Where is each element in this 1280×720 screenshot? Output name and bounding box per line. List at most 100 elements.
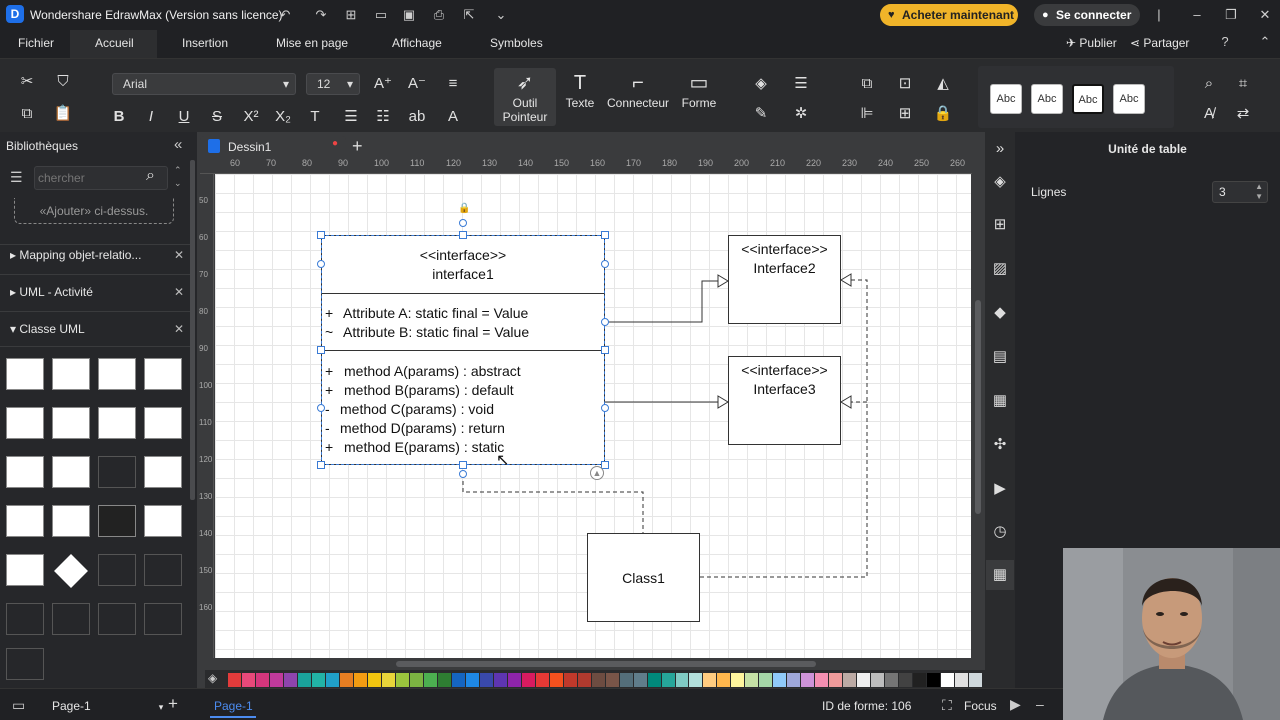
color-swatches[interactable]	[228, 673, 983, 687]
connection-point[interactable]	[601, 318, 609, 326]
page-selector[interactable]: Page-1 ▾	[52, 699, 163, 713]
resize-handle[interactable]	[601, 346, 609, 354]
fill-bucket-icon[interactable]: ◈	[208, 671, 217, 685]
color-swatch[interactable]	[899, 673, 913, 687]
fit-panel-icon[interactable]: ✣	[989, 434, 1011, 456]
color-swatch[interactable]	[353, 673, 367, 687]
page-panel-icon[interactable]: ▤	[989, 346, 1011, 368]
color-swatch[interactable]	[885, 673, 899, 687]
format-panel-icon[interactable]: ⊞	[989, 214, 1011, 236]
color-swatch[interactable]	[563, 673, 577, 687]
increment-icon[interactable]: ▲	[1255, 182, 1263, 191]
add-page-icon[interactable]: +	[168, 694, 178, 714]
color-swatch[interactable]	[913, 673, 927, 687]
color-swatch[interactable]	[829, 673, 843, 687]
fill-panel-icon[interactable]: ◈	[989, 171, 1011, 193]
color-swatch[interactable]	[633, 673, 647, 687]
color-swatch[interactable]	[605, 673, 619, 687]
color-swatch[interactable]	[465, 673, 479, 687]
rows-value: 3	[1219, 185, 1226, 199]
table-panel-icon[interactable]: ▦	[989, 564, 1011, 586]
color-swatch[interactable]	[941, 673, 955, 687]
color-swatch[interactable]	[241, 673, 255, 687]
color-swatch[interactable]	[423, 673, 437, 687]
page-tab-active[interactable]: Page-1	[214, 699, 253, 713]
connection-point[interactable]	[601, 260, 609, 268]
focus-label[interactable]: Focus	[964, 699, 997, 713]
color-swatch[interactable]	[395, 673, 409, 687]
color-swatch[interactable]	[297, 673, 311, 687]
color-swatch[interactable]	[437, 673, 451, 687]
color-swatch[interactable]	[703, 673, 717, 687]
color-swatch[interactable]	[969, 673, 983, 687]
rows-stepper[interactable]: 3 ▲ ▼	[1212, 181, 1268, 203]
color-swatch[interactable]	[787, 673, 801, 687]
zoom-out-icon[interactable]: –	[1036, 696, 1044, 712]
presenter-photo	[1063, 548, 1280, 720]
color-swatch[interactable]	[857, 673, 871, 687]
play-icon[interactable]: ▶	[1010, 696, 1021, 713]
color-swatch[interactable]	[409, 673, 423, 687]
color-swatch[interactable]	[801, 673, 815, 687]
color-swatch[interactable]	[311, 673, 325, 687]
color-swatch[interactable]	[843, 673, 857, 687]
color-swatch[interactable]	[549, 673, 563, 687]
connection-point[interactable]	[317, 404, 325, 412]
history-panel-icon[interactable]: ◷	[989, 521, 1011, 543]
rotate-handle[interactable]	[459, 219, 467, 227]
color-swatch[interactable]	[871, 673, 885, 687]
color-swatch[interactable]	[675, 673, 689, 687]
resize-handle[interactable]	[459, 231, 467, 239]
color-swatch[interactable]	[731, 673, 745, 687]
attribute-b: Attribute B: static final = Value	[343, 324, 530, 340]
color-swatch[interactable]	[647, 673, 661, 687]
color-swatch[interactable]	[228, 673, 241, 687]
color-swatch[interactable]	[745, 673, 759, 687]
color-swatch[interactable]	[619, 673, 633, 687]
color-swatch[interactable]	[269, 673, 283, 687]
resize-handle[interactable]	[317, 231, 325, 239]
decrement-icon[interactable]: ▼	[1255, 192, 1263, 201]
layers-panel-icon[interactable]: ◆	[989, 302, 1011, 324]
color-swatch[interactable]	[689, 673, 703, 687]
resize-handle[interactable]	[601, 231, 609, 239]
image-panel-icon[interactable]: ▨	[989, 258, 1011, 280]
color-swatch[interactable]	[479, 673, 493, 687]
color-swatch[interactable]	[325, 673, 339, 687]
color-swatch[interactable]	[283, 673, 297, 687]
color-swatch[interactable]	[381, 673, 395, 687]
realization-connector-interface2[interactable]	[605, 280, 728, 323]
resize-handle[interactable]	[317, 346, 325, 354]
expand-icon[interactable]: ▲	[590, 466, 604, 480]
color-swatch[interactable]	[577, 673, 591, 687]
resize-handle[interactable]	[459, 461, 467, 469]
page-layout-icon[interactable]: ▭	[12, 697, 25, 714]
color-swatch[interactable]	[367, 673, 381, 687]
lock-icon[interactable]: 🔒	[458, 203, 470, 214]
color-swatch[interactable]	[535, 673, 549, 687]
color-swatch[interactable]	[451, 673, 465, 687]
color-swatch[interactable]	[591, 673, 605, 687]
color-swatch[interactable]	[339, 673, 353, 687]
color-swatch[interactable]	[255, 673, 269, 687]
color-swatch[interactable]	[521, 673, 535, 687]
color-swatch[interactable]	[955, 673, 969, 687]
connection-point[interactable]	[601, 404, 609, 412]
color-swatch[interactable]	[759, 673, 773, 687]
color-swatch[interactable]	[815, 673, 829, 687]
data-panel-icon[interactable]: ▦	[989, 390, 1011, 412]
color-swatch[interactable]	[927, 673, 941, 687]
dependency-connector-class1-interface1[interactable]	[462, 474, 644, 533]
resize-handle[interactable]	[317, 461, 325, 469]
expand-panel-icon[interactable]: »	[989, 138, 1011, 160]
method-d: method D(params) : return	[340, 420, 505, 436]
color-swatch[interactable]	[661, 673, 675, 687]
presentation-panel-icon[interactable]: ▶	[989, 478, 1011, 500]
connection-point[interactable]	[459, 470, 467, 478]
focus-icon[interactable]: ⛶	[942, 697, 952, 714]
color-swatch[interactable]	[773, 673, 787, 687]
connection-point[interactable]	[317, 260, 325, 268]
color-swatch[interactable]	[493, 673, 507, 687]
color-swatch[interactable]	[717, 673, 731, 687]
color-swatch[interactable]	[507, 673, 521, 687]
